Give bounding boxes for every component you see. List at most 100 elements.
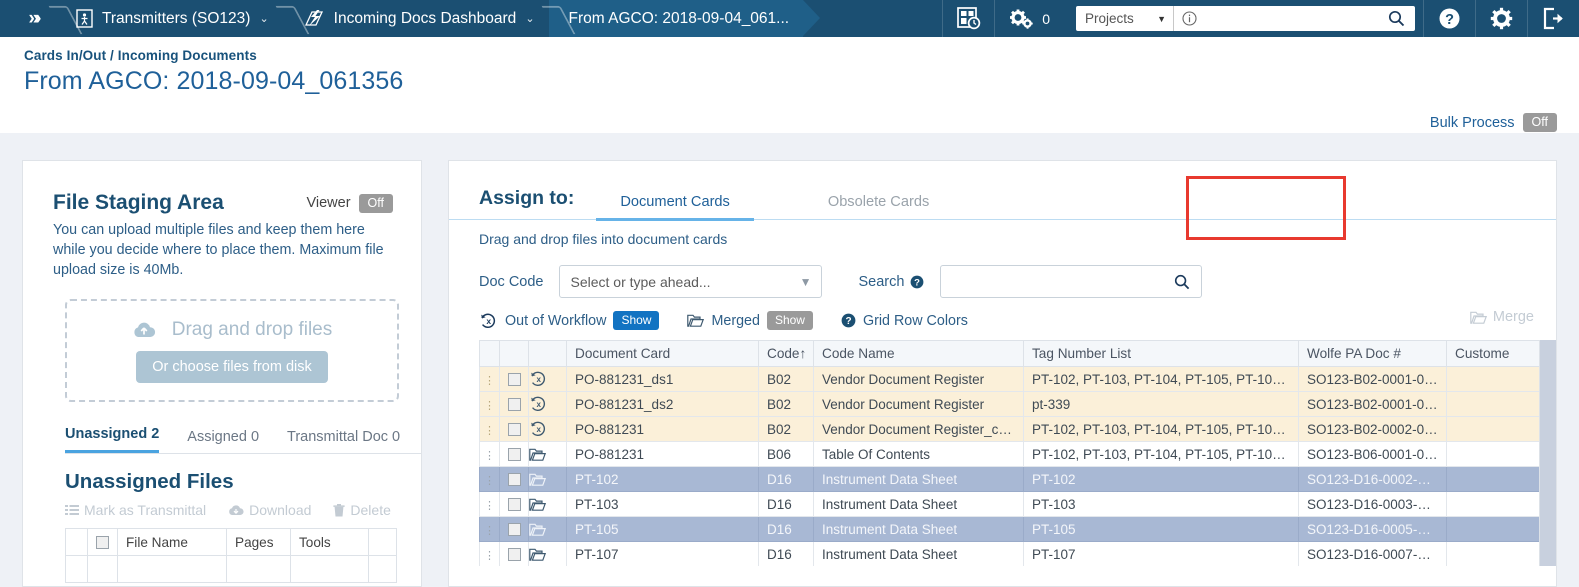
assign-to-panel: Assign to: Document Cards Obsolete Cards…	[448, 160, 1557, 587]
chevron-down-icon[interactable]: ⌄	[525, 12, 534, 25]
tab-transmittal-doc[interactable]: Transmittal Doc 0	[287, 429, 400, 453]
sort-ascending-icon: ↑	[799, 346, 807, 361]
help-circle-icon[interactable]: ?	[910, 275, 924, 289]
svg-text:?: ?	[1445, 12, 1454, 28]
cell-customer	[1446, 466, 1542, 492]
cell-document-card: PO-881231	[566, 441, 759, 467]
col-select-all[interactable]	[87, 528, 118, 556]
drag-handle-icon[interactable]: ⋮	[479, 516, 500, 542]
col-code-name[interactable]: Code Name	[813, 340, 1024, 367]
tab-document-cards[interactable]: Document Cards	[596, 194, 754, 221]
bulk-process-state[interactable]: Off	[1522, 113, 1557, 132]
grid-vertical-scrollbar[interactable]	[1539, 340, 1556, 566]
col-document-card[interactable]: Document Card	[566, 340, 759, 367]
col-tag-number-list[interactable]: Tag Number List	[1023, 340, 1299, 367]
viewer-state[interactable]: Off	[358, 193, 393, 213]
gears-notification[interactable]: 0	[994, 0, 1066, 37]
grid-body: ⋮ x PO-881231_ds1 B02 Vendor Document Regist…	[479, 366, 1542, 566]
drag-handle-icon[interactable]: ⋮	[479, 441, 500, 467]
merged-badge[interactable]: Show	[766, 311, 813, 330]
row-checkbox[interactable]	[499, 441, 529, 467]
delete-label: Delete	[350, 502, 391, 518]
choose-files-button[interactable]: Or choose files from disk	[136, 350, 328, 383]
cell-code-name: Vendor Document Register	[813, 366, 1024, 392]
tab-unassigned[interactable]: Unassigned 2	[65, 426, 160, 453]
col-pages[interactable]: Pages	[226, 528, 291, 556]
table-row[interactable]: ⋮ PT-102 D16 Instrument Data Sheet PT-102 SO1…	[479, 466, 1542, 492]
drag-handle-icon[interactable]: ⋮	[479, 366, 500, 392]
grid-search-box[interactable]	[940, 265, 1203, 298]
col-file-name[interactable]: File Name	[117, 528, 227, 556]
tab-assigned[interactable]: Assigned 0	[187, 429, 259, 453]
search-label-group: Search ?	[858, 274, 924, 290]
cell-document-card: PT-103	[566, 491, 759, 517]
viewer-toggle[interactable]: Viewer Off	[306, 193, 393, 213]
cell-blank-1	[65, 555, 88, 583]
col-select-all[interactable]	[499, 340, 529, 367]
table-row[interactable]: ⋮ PO-881231 B06 Table Of Contents PT-102, PT…	[479, 441, 1542, 467]
drag-handle-icon[interactable]: ⋮	[479, 491, 500, 517]
col-customer[interactable]: Custome	[1446, 340, 1542, 367]
file-staging-description: You can upload multiple files and keep t…	[53, 222, 384, 278]
select-all-checkbox[interactable]	[96, 536, 109, 550]
drag-handle-icon[interactable]: ⋮	[479, 541, 500, 566]
cell-wolfe-pa-doc: SO123-B02-0001-001	[1298, 366, 1447, 392]
delete-button[interactable]: Delete	[333, 502, 391, 518]
row-checkbox[interactable]	[499, 391, 529, 417]
grid-search-input[interactable]	[952, 266, 1175, 297]
svg-text:x: x	[536, 425, 541, 434]
gears-icon	[1009, 8, 1034, 30]
row-checkbox[interactable]	[499, 366, 529, 392]
row-checkbox[interactable]	[499, 516, 529, 542]
nav-crumb-current-document[interactable]: From AGCO: 2018-09-04_061...	[548, 0, 820, 37]
cell-wolfe-pa-doc: SO123-D16-0003-001	[1298, 491, 1447, 517]
table-row[interactable]	[65, 555, 397, 583]
col-code[interactable]: Code↑	[758, 340, 814, 367]
help-circle-icon[interactable]: ?	[1423, 0, 1475, 37]
cell-customer	[1446, 516, 1542, 542]
search-icon[interactable]	[1384, 10, 1415, 27]
row-checkbox[interactable]	[499, 541, 529, 566]
nav-crumb-incoming-docs-dashboard[interactable]: Incoming Docs Dashboard ⌄	[283, 0, 549, 37]
table-row[interactable]: ⋮ PT-105 D16 Instrument Data Sheet PT-105 SO1…	[479, 516, 1542, 542]
mark-as-transmittal-button[interactable]: Mark as Transmittal	[65, 502, 206, 518]
col-tools[interactable]: Tools	[290, 528, 369, 556]
file-dropzone[interactable]: Drag and drop files Or choose files from…	[65, 299, 399, 402]
table-row[interactable]: ⋮ x PO-881231_ds2 B02 Vendor Document Regist…	[479, 391, 1542, 417]
dashboard-clock-icon[interactable]	[942, 0, 994, 37]
merged-filter[interactable]: Merged Show	[687, 311, 813, 330]
table-row[interactable]: ⋮ x PO-881231 B02 Vendor Document Register_c…	[479, 416, 1542, 442]
tab-obsolete-cards[interactable]: Obsolete Cards	[804, 194, 953, 219]
drag-handle-icon[interactable]: ⋮	[479, 391, 500, 417]
nav-crumb-transmitters[interactable]: Transmitters (SO123) ⌄	[56, 0, 283, 37]
bulk-process-toggle[interactable]: Bulk Process Off	[1430, 113, 1557, 132]
cell-code-name: Instrument Data Sheet	[813, 466, 1024, 492]
logout-icon[interactable]	[1527, 0, 1579, 37]
search-scope-dropdown[interactable]: Projects ▼	[1076, 6, 1174, 31]
cell-code: D16	[758, 466, 814, 492]
info-circle-icon[interactable]	[1174, 11, 1203, 26]
row-checkbox[interactable]	[499, 416, 529, 442]
gear-icon[interactable]	[1475, 0, 1527, 37]
merge-button[interactable]: Merge	[1470, 309, 1534, 325]
cell-checkbox[interactable]	[87, 555, 118, 583]
global-search-input[interactable]	[1203, 6, 1384, 31]
drag-handle-icon[interactable]: ⋮	[479, 416, 500, 442]
table-row[interactable]: ⋮ x PO-881231_ds1 B02 Vendor Document Regist…	[479, 366, 1542, 392]
doc-code-select[interactable]: Select or type ahead... ▼	[559, 265, 823, 298]
search-icon[interactable]	[1174, 274, 1190, 290]
drag-handle-icon[interactable]: ⋮	[479, 466, 500, 492]
download-button[interactable]: Download	[228, 502, 311, 518]
table-row[interactable]: ⋮ PT-103 D16 Instrument Data Sheet PT-103 SO1…	[479, 491, 1542, 517]
chevron-down-icon[interactable]: ⌄	[259, 12, 268, 25]
table-row[interactable]: ⋮ PT-107 D16 Instrument Data Sheet PT-107 SO1…	[479, 541, 1542, 566]
row-checkbox[interactable]	[499, 491, 529, 517]
grid-row-colors-help[interactable]: ? Grid Row Colors	[841, 313, 968, 329]
lightning-doc-icon	[303, 9, 325, 28]
out-of-workflow-badge[interactable]: Show	[613, 311, 660, 330]
col-wolfe-pa-doc[interactable]: Wolfe PA Doc #	[1298, 340, 1447, 367]
search-scope-label: Projects	[1085, 11, 1134, 26]
merge-button-label: Merge	[1492, 309, 1534, 325]
out-of-workflow-filter[interactable]: x Out of Workflow Show	[479, 311, 660, 330]
row-checkbox[interactable]	[499, 466, 529, 492]
